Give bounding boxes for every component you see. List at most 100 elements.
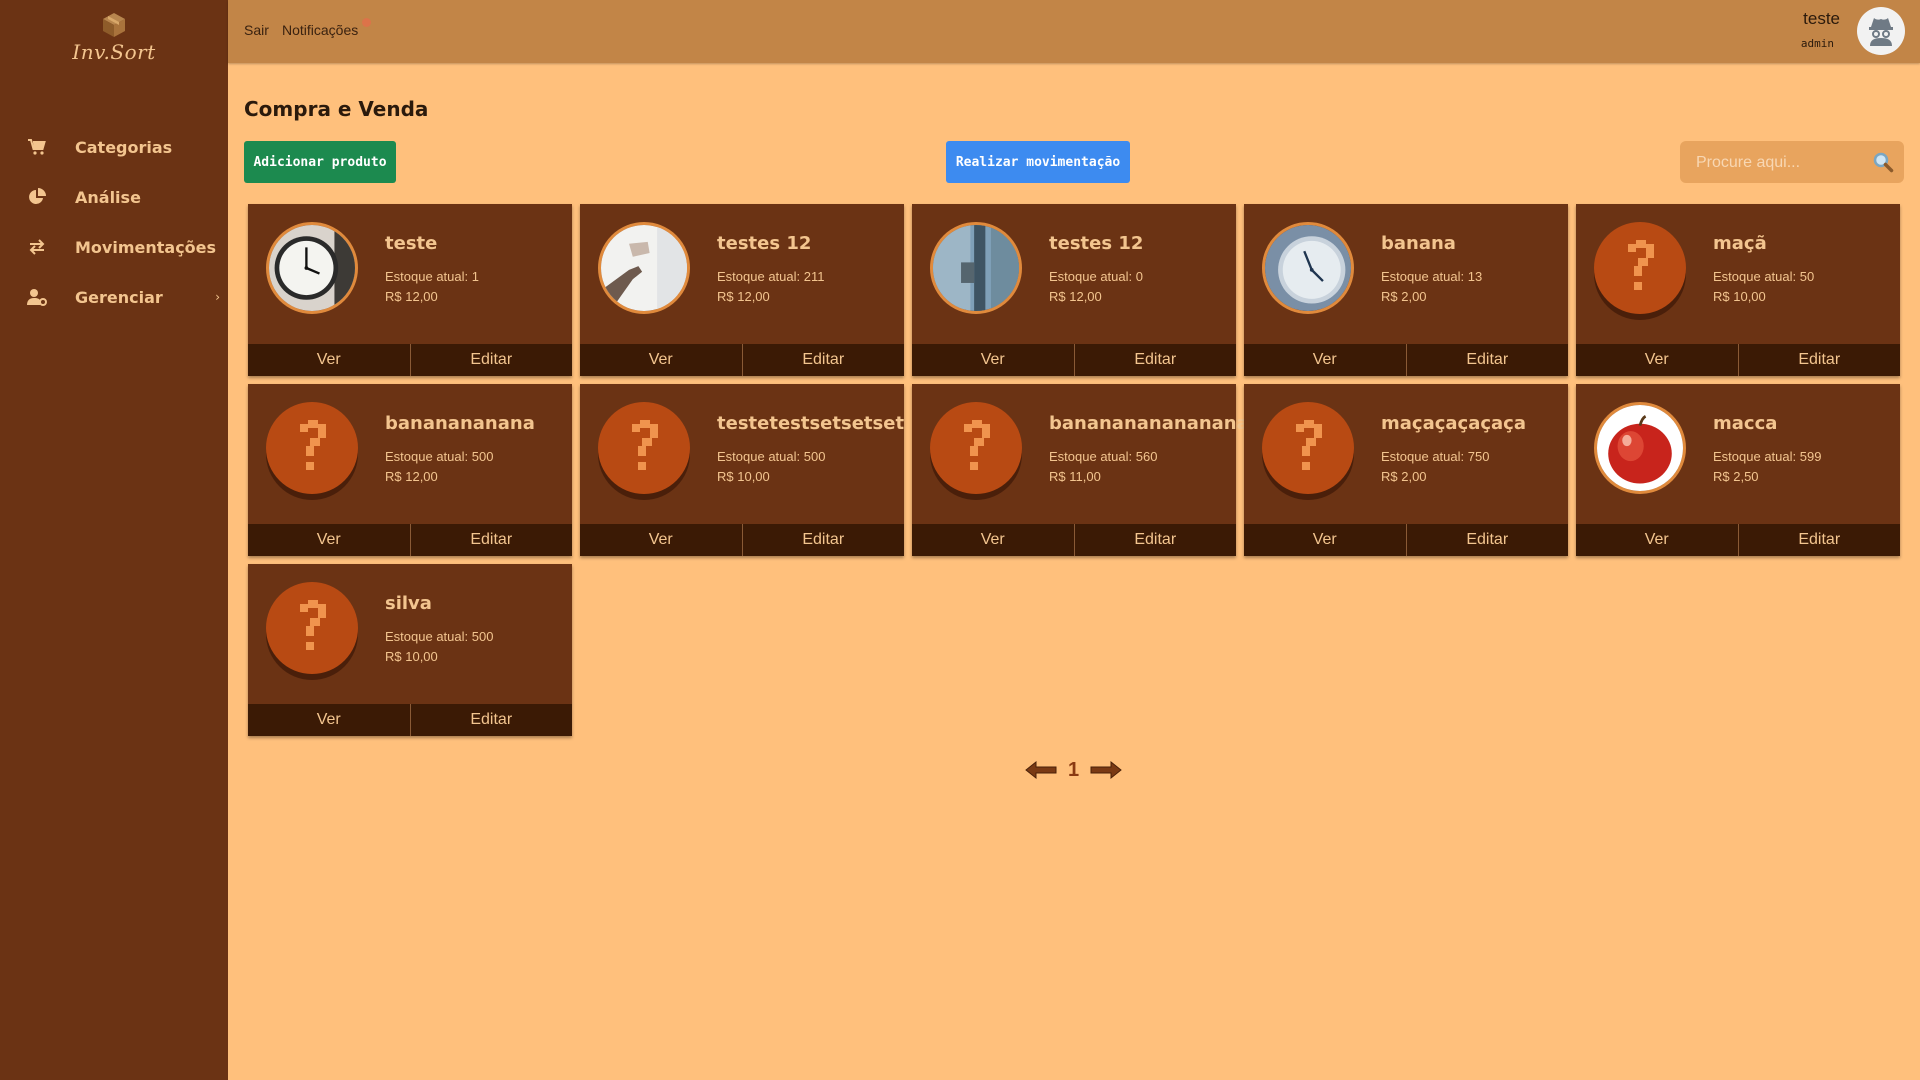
card-actions: Ver Editar <box>248 524 572 556</box>
product-price: R$ 10,00 <box>1713 289 1766 304</box>
product-name: testes 12 <box>1049 233 1144 254</box>
product-name: testetestsetsetset <box>717 413 905 434</box>
pagination: 1 <box>1024 756 1123 784</box>
edit-button[interactable]: Editar <box>409 524 573 556</box>
notifications-link[interactable]: Notificações <box>282 22 358 38</box>
user-name: teste <box>1803 9 1840 28</box>
sidebar-item-movimentacoes[interactable]: Movimentações <box>0 222 228 272</box>
sidebar-item-categorias[interactable]: Categorias <box>0 122 228 172</box>
product-image <box>930 222 1022 314</box>
sidebar-nav: Categorias Análise Movimentações Gerenci… <box>0 122 228 322</box>
view-button[interactable]: Ver <box>248 704 410 736</box>
edit-button[interactable]: Editar <box>741 524 905 556</box>
logo[interactable]: Inv.Sort <box>0 10 228 64</box>
product-name: maçaçaçaçaça <box>1381 413 1526 434</box>
view-button[interactable]: Ver <box>580 524 742 556</box>
cart-icon <box>27 137 47 157</box>
view-button[interactable]: Ver <box>1244 524 1406 556</box>
edit-button[interactable]: Editar <box>1073 524 1237 556</box>
edit-button[interactable]: Editar <box>741 344 905 376</box>
prev-page-arrow-icon[interactable] <box>1024 759 1058 781</box>
view-button[interactable]: Ver <box>580 344 742 376</box>
product-name: bananananana <box>385 413 535 434</box>
view-button[interactable]: Ver <box>1244 344 1406 376</box>
box-logo-icon <box>103 13 125 37</box>
product-price: R$ 11,00 <box>1049 469 1101 484</box>
card-actions: Ver Editar <box>580 524 904 556</box>
logout-link[interactable]: Sair <box>244 22 269 38</box>
add-product-button[interactable]: Adicionar produto <box>244 141 396 183</box>
product-stock: Estoque atual: 560 <box>1049 449 1158 464</box>
view-button[interactable]: Ver <box>248 524 410 556</box>
search-icon[interactable] <box>1872 151 1894 177</box>
product-image <box>266 222 358 314</box>
product-image <box>598 402 690 494</box>
product-image <box>1262 402 1354 494</box>
edit-button[interactable]: Editar <box>1737 524 1901 556</box>
current-page-number[interactable]: 1 <box>1068 759 1079 782</box>
view-button[interactable]: Ver <box>912 344 1074 376</box>
product-stock: Estoque atual: 500 <box>385 629 494 644</box>
product-stock: Estoque atual: 500 <box>717 449 826 464</box>
product-card: teste Estoque atual: 1 R$ 12,00 Ver Edit… <box>248 204 572 376</box>
product-price: R$ 2,00 <box>1381 469 1427 484</box>
card-actions: Ver Editar <box>1576 344 1900 376</box>
sidebar-item-analise[interactable]: Análise <box>0 172 228 222</box>
topbar: Sair Notificações teste admin <box>228 0 1920 63</box>
wall-clock-photo-icon <box>269 225 355 311</box>
product-price: R$ 12,00 <box>385 289 438 304</box>
question-mark-placeholder-icon <box>1296 420 1322 470</box>
card-actions: Ver Editar <box>580 344 904 376</box>
sidebar-item-gerenciar[interactable]: Gerenciar › <box>0 272 228 322</box>
edit-button[interactable]: Editar <box>1737 344 1901 376</box>
product-stock: Estoque atual: 1 <box>385 269 479 284</box>
edit-button[interactable]: Editar <box>409 344 573 376</box>
product-image <box>1594 402 1686 494</box>
avatar[interactable] <box>1857 7 1905 55</box>
hand-in-light-photo-icon <box>601 225 687 311</box>
search-box <box>1680 141 1904 185</box>
product-card: macca Estoque atual: 599 R$ 2,50 Ver Edi… <box>1576 384 1900 556</box>
edit-button[interactable]: Editar <box>409 704 573 736</box>
product-stock: Estoque atual: 750 <box>1381 449 1490 464</box>
edit-button[interactable]: Editar <box>1405 524 1569 556</box>
card-actions: Ver Editar <box>1576 524 1900 556</box>
sidebar-item-label: Análise <box>75 187 141 207</box>
view-button[interactable]: Ver <box>248 344 410 376</box>
question-mark-placeholder-icon <box>300 420 326 470</box>
product-name: maçã <box>1713 233 1767 254</box>
view-button[interactable]: Ver <box>912 524 1074 556</box>
product-price: R$ 12,00 <box>1049 289 1102 304</box>
sidebar-item-label: Movimentações <box>75 237 217 257</box>
product-image <box>266 582 358 674</box>
edit-button[interactable]: Editar <box>1405 344 1569 376</box>
product-card: silva Estoque atual: 500 R$ 10,00 Ver Ed… <box>248 564 572 736</box>
search-input[interactable] <box>1680 141 1888 185</box>
product-stock: Estoque atual: 500 <box>385 449 494 464</box>
product-price: R$ 2,00 <box>1381 289 1427 304</box>
product-image <box>598 222 690 314</box>
sidebar: Inv.Sort Categorias Análise Movimentaçõe… <box>0 0 228 1080</box>
edit-button[interactable]: Editar <box>1073 344 1237 376</box>
product-card: banana Estoque atual: 13 R$ 2,00 Ver Edi… <box>1244 204 1568 376</box>
pie-chart-icon <box>27 187 47 207</box>
view-button[interactable]: Ver <box>1576 524 1738 556</box>
product-card: testes 12 Estoque atual: 211 R$ 12,00 Ve… <box>580 204 904 376</box>
next-page-arrow-icon[interactable] <box>1089 759 1123 781</box>
logo-text: Inv.Sort <box>72 40 156 64</box>
product-price: R$ 12,00 <box>385 469 438 484</box>
product-name: testes 12 <box>717 233 812 254</box>
question-mark-placeholder-icon <box>1628 240 1654 290</box>
product-card: testetestsetsetset Estoque atual: 500 R$… <box>580 384 904 556</box>
product-name: macca <box>1713 413 1778 434</box>
product-image <box>1594 222 1686 314</box>
product-card: banananananananan Estoque atual: 560 R$ … <box>912 384 1262 556</box>
product-stock: Estoque atual: 599 <box>1713 449 1822 464</box>
swap-arrows-icon <box>27 237 47 257</box>
product-stock: Estoque atual: 13 <box>1381 269 1483 284</box>
product-image <box>1262 222 1354 314</box>
product-card: maçã Estoque atual: 50 R$ 10,00 Ver Edit… <box>1576 204 1900 376</box>
view-button[interactable]: Ver <box>1576 344 1738 376</box>
product-name: banana <box>1381 233 1456 254</box>
make-movement-button[interactable]: Realizar movimentação <box>946 141 1130 183</box>
